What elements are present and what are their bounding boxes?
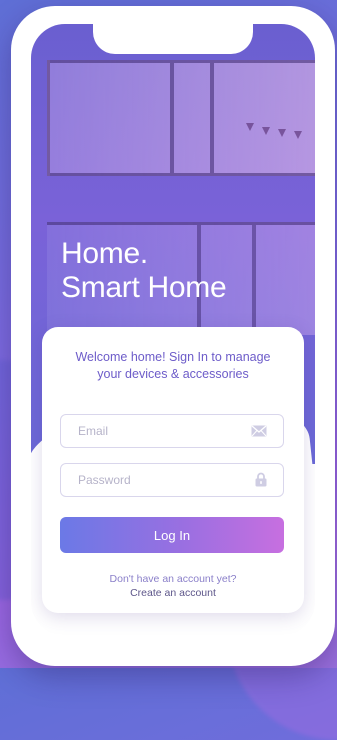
email-input[interactable] — [61, 415, 258, 447]
lock-icon — [255, 472, 267, 492]
bunting-flag — [294, 131, 302, 139]
phone-screen: Home. Smart Home Welcome home! Sign In t… — [31, 24, 315, 636]
phone-frame: Home. Smart Home Welcome home! Sign In t… — [11, 6, 335, 666]
bunting-flag — [278, 129, 286, 137]
bunting-flag — [262, 127, 270, 135]
password-input[interactable] — [61, 464, 258, 496]
password-field[interactable] — [60, 463, 284, 497]
hero-title-line2: Smart Home — [61, 271, 227, 304]
create-account-link[interactable]: Create an account — [42, 586, 304, 600]
welcome-line2: your devices & accessories — [97, 367, 249, 381]
window-frame — [252, 225, 256, 335]
phone-notch — [93, 24, 253, 54]
welcome-message: Welcome home! Sign In to manage your dev… — [52, 349, 294, 383]
login-card: Welcome home! Sign In to manage your dev… — [42, 327, 304, 613]
house-upper-floor — [47, 60, 315, 176]
email-field[interactable] — [60, 414, 284, 448]
envelope-icon — [251, 424, 267, 442]
hero-title-line1: Home. — [61, 237, 148, 270]
welcome-line1: Welcome home! Sign In to manage — [75, 350, 271, 364]
hero-title: Home. Smart Home — [61, 237, 227, 305]
signup-prompt: Don't have an account yet? — [109, 573, 237, 585]
window-frame — [170, 63, 174, 173]
login-button[interactable]: Log In — [60, 517, 284, 553]
bunting-flag — [246, 123, 254, 131]
window-frame — [210, 63, 214, 173]
